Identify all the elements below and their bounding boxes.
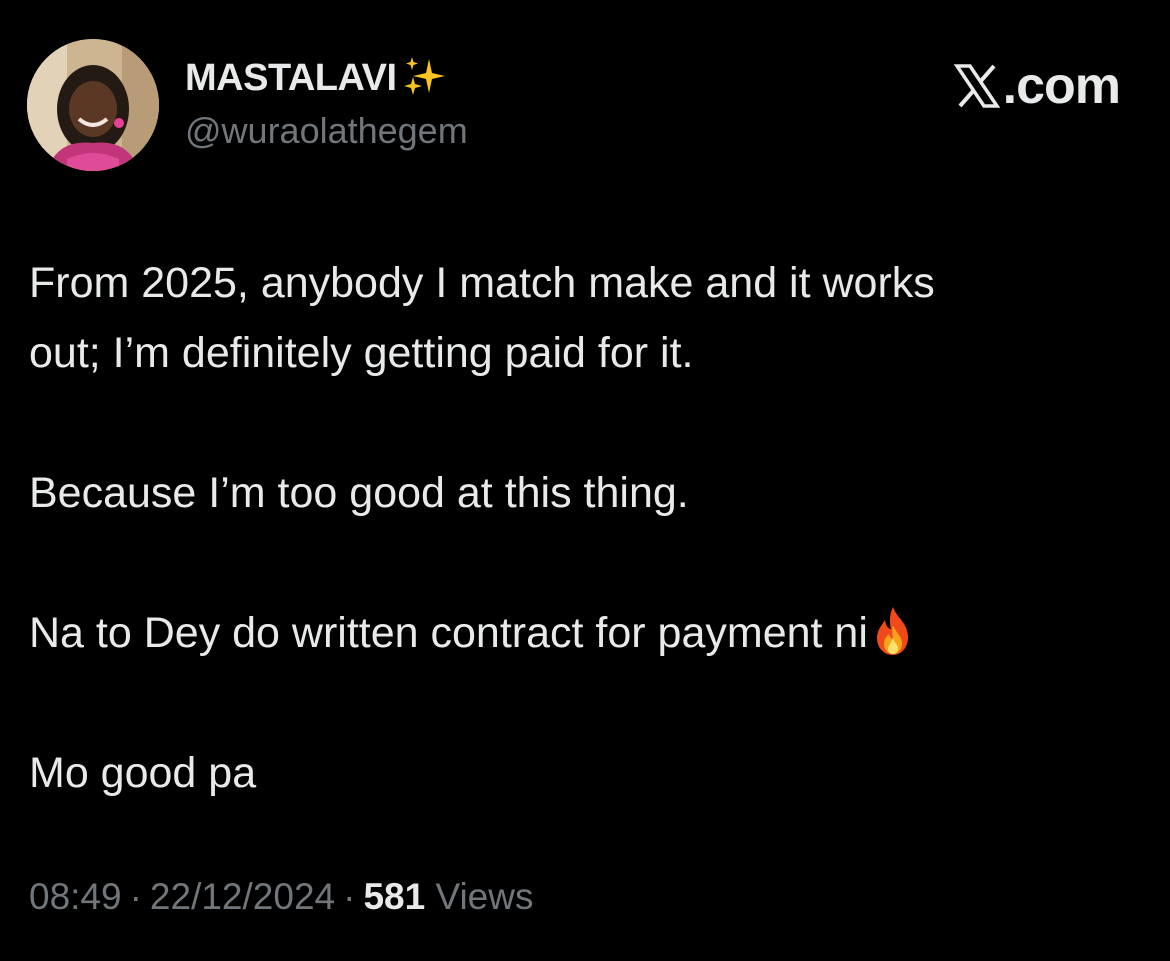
tweet-line-4-container: Na to Dey do written contract for paymen… <box>29 598 1139 668</box>
meta-separator: · <box>343 876 356 917</box>
sparkles-icon <box>399 53 449 103</box>
avatar[interactable] <box>27 39 159 171</box>
tweet-metadata: 08:49 · 22/12/2024 · 581 Views <box>29 876 533 918</box>
tweet-line-2: out; I’m definitely getting paid for it. <box>29 329 694 377</box>
views-label[interactable]: Views <box>435 876 533 917</box>
display-name[interactable]: MASTALAVI <box>185 57 397 100</box>
user-handle[interactable]: @wuraolathegem <box>185 110 468 152</box>
tweet-line-3: Because I’m too good at this thing. <box>29 469 689 517</box>
fire-icon <box>870 605 916 657</box>
views-count[interactable]: 581 <box>363 876 425 917</box>
meta-separator: · <box>129 876 142 917</box>
avatar-image <box>27 39 159 171</box>
display-name-row[interactable]: MASTALAVI <box>185 52 449 104</box>
brand-watermark: .com <box>953 56 1121 116</box>
tweet-date[interactable]: 22/12/2024 <box>150 876 335 917</box>
tweet-time[interactable]: 08:49 <box>29 876 122 917</box>
tweet-line-1: From 2025, anybody I match make and it w… <box>29 259 935 307</box>
x-logo-icon <box>953 62 1001 110</box>
tweet-card: MASTALAVI @wuraolathegem .com From 2025,… <box>0 0 1170 961</box>
brand-domain-text: .com <box>1002 57 1121 115</box>
tweet-line-5: Mo good pa <box>29 749 257 797</box>
tweet-line-4: Na to Dey do written contract for paymen… <box>29 609 868 657</box>
tweet-text: From 2025, anybody I match make and it w… <box>29 248 1139 808</box>
